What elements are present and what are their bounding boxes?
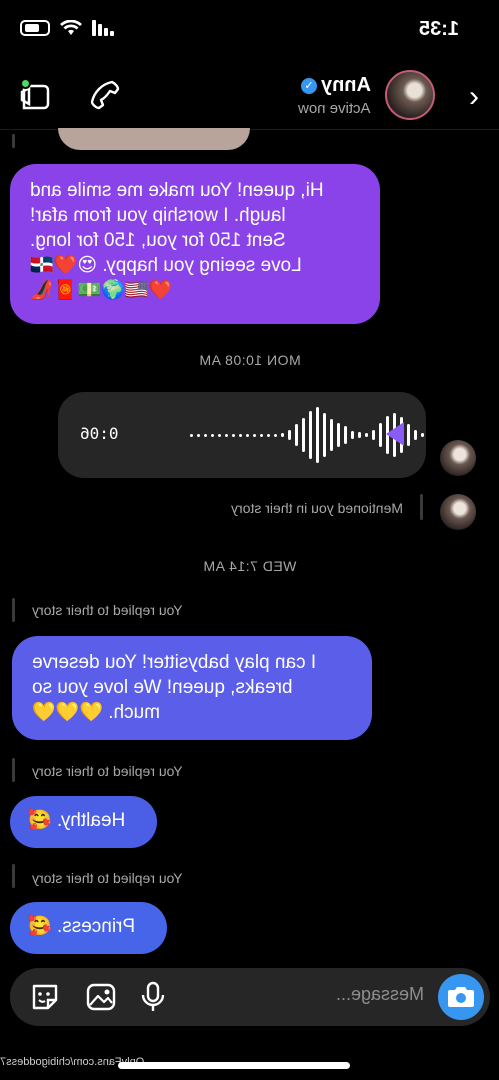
contact-avatar-small[interactable] bbox=[440, 440, 476, 476]
voice-duration: 0:06 bbox=[80, 424, 119, 443]
message-text: Hi, queen! You make me smile and laugh. … bbox=[30, 180, 324, 302]
story-mention-note: Mentioned you in their story bbox=[231, 500, 403, 516]
microphone-icon[interactable] bbox=[136, 980, 170, 1014]
chat-header: ✓ Anny Active now ‹ bbox=[0, 62, 499, 130]
contact-status: Active now bbox=[298, 100, 371, 117]
online-indicator bbox=[20, 78, 31, 89]
story-reply-note: You replied to their story bbox=[32, 763, 183, 779]
story-reply-bar bbox=[12, 758, 15, 782]
signal-icon bbox=[92, 20, 114, 36]
camera-button[interactable] bbox=[438, 974, 484, 1020]
message-bubble[interactable]: Hi, queen! You make me smile and laugh. … bbox=[10, 164, 380, 324]
story-reply-bar bbox=[12, 134, 15, 148]
verified-badge-icon: ✓ bbox=[301, 77, 317, 94]
status-bar: 1:35 bbox=[0, 0, 499, 60]
message-bubble[interactable]: Healthy. 🥰 bbox=[10, 796, 157, 848]
story-reply-bar bbox=[12, 598, 15, 622]
contact-avatar[interactable] bbox=[385, 70, 435, 120]
message-bubble-partial bbox=[58, 128, 250, 150]
home-indicator[interactable] bbox=[118, 1062, 350, 1069]
phone-icon[interactable] bbox=[88, 78, 122, 112]
play-icon[interactable] bbox=[386, 422, 404, 446]
message-bubble[interactable]: Princess. 🥰 bbox=[10, 902, 167, 954]
timestamp: WED 7:14 AM bbox=[202, 558, 297, 574]
story-reply-note: You replied to their story bbox=[32, 602, 183, 618]
sticker-icon[interactable] bbox=[28, 980, 62, 1014]
status-time: 1:35 bbox=[418, 18, 459, 40]
wifi-icon bbox=[60, 20, 82, 35]
contact-name[interactable]: ✓ Anny bbox=[301, 74, 371, 97]
message-input[interactable]: Message... bbox=[336, 984, 424, 1005]
story-mention-bar bbox=[420, 494, 423, 520]
back-chevron-icon[interactable]: ‹ bbox=[469, 80, 479, 114]
message-composer[interactable]: Message... bbox=[10, 968, 490, 1026]
story-reply-note: You replied to their story bbox=[32, 870, 183, 886]
message-text: Healthy. 🥰 bbox=[28, 810, 126, 831]
status-icons bbox=[20, 20, 114, 36]
message-bubble[interactable]: I can play babysitter! You deserve break… bbox=[12, 636, 372, 740]
contact-avatar-small[interactable] bbox=[440, 494, 476, 530]
battery-icon bbox=[20, 20, 50, 36]
timestamp: MON 10:08 AM bbox=[198, 352, 301, 368]
story-reply-bar bbox=[12, 864, 15, 888]
gallery-icon[interactable] bbox=[84, 980, 118, 1014]
message-text: Princess. 🥰 bbox=[28, 916, 136, 937]
voice-message[interactable]: 0:06 bbox=[58, 392, 426, 478]
camera-icon bbox=[448, 987, 474, 1007]
message-text: I can play babysitter! You deserve break… bbox=[32, 652, 317, 724]
